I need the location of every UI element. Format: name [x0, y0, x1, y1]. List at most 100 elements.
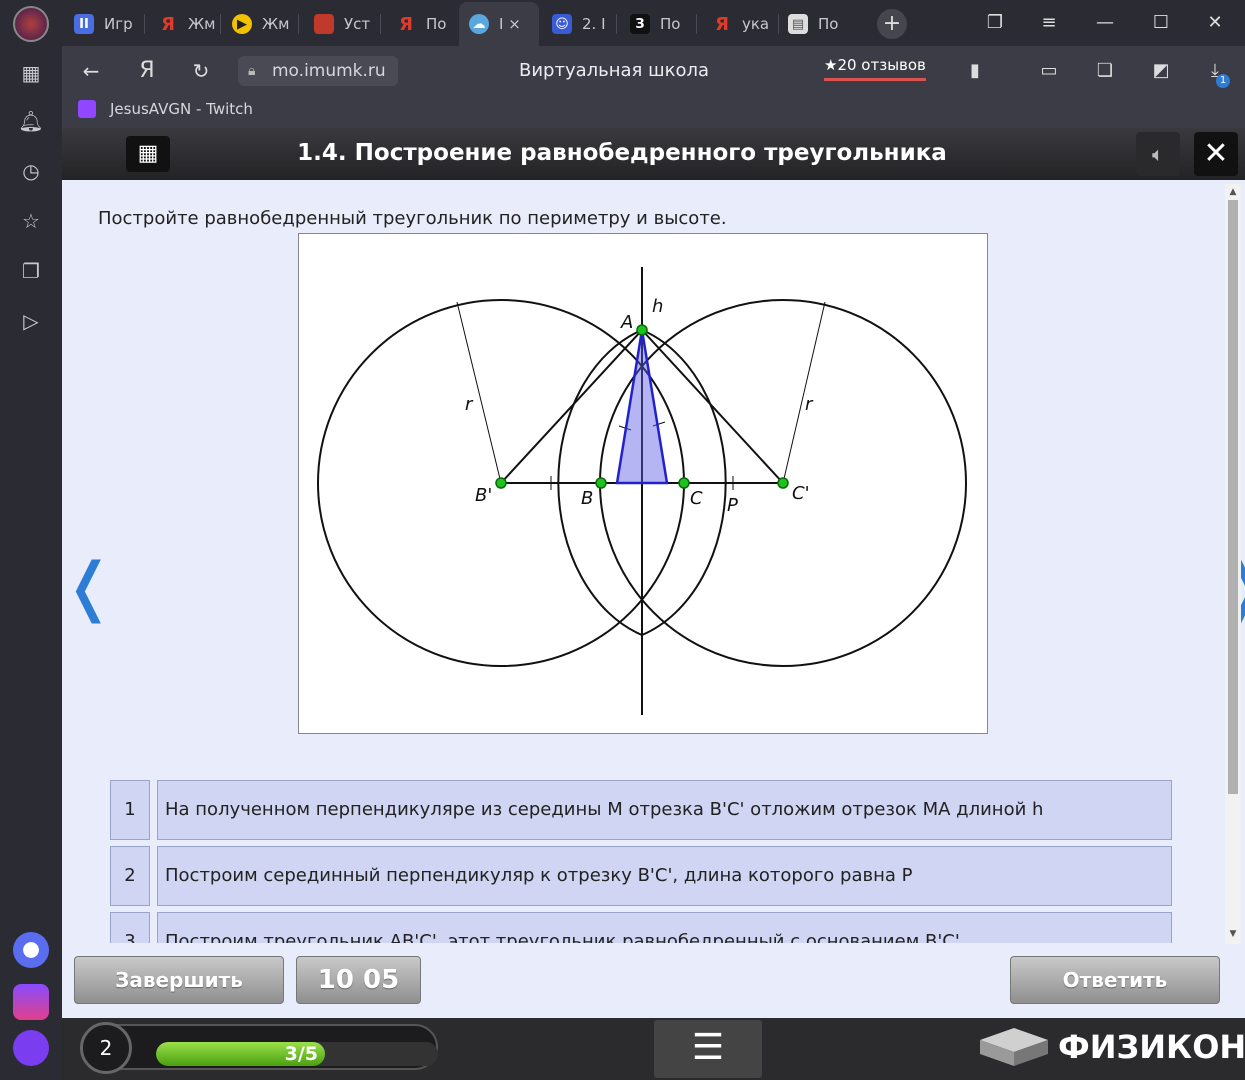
address-bar: ← Я ↻ 🔒︎ mo.imumk.ru Виртуальная школа ★2…: [62, 46, 1245, 96]
bookmark-item[interactable]: JesusAVGN - Twitch: [78, 100, 253, 118]
tab-6[interactable]: ☺ 2. I: [552, 6, 608, 42]
tab-label: По: [818, 15, 839, 33]
construction-figure: A h r r B' B C P C': [298, 233, 988, 734]
profile-avatar[interactable]: [13, 6, 49, 42]
label-b-prime: B': [475, 485, 492, 506]
close-lesson-button[interactable]: ✕: [1194, 132, 1238, 176]
step-number: 2: [110, 846, 150, 906]
cloud-icon: ☁: [469, 14, 489, 34]
url-field[interactable]: 🔒︎ mo.imumk.ru: [238, 56, 398, 86]
brand-name: ФИЗИКОН: [1058, 1028, 1245, 1066]
back-arrow-icon[interactable]: ←: [78, 58, 104, 84]
tab-label: Игр: [104, 15, 132, 33]
messenger-app-icon[interactable]: [13, 984, 49, 1020]
lesson-footer: 3/5 2 ☰ ФИЗИКОН: [62, 1018, 1245, 1080]
tab-label: По: [660, 15, 681, 33]
new-tab-button[interactable]: +: [877, 9, 907, 39]
scroll-up-icon[interactable]: ▲: [1227, 186, 1239, 198]
prev-arrow[interactable]: ❬: [62, 555, 116, 619]
level-badge: 2: [80, 1022, 132, 1074]
tab-2[interactable]: ▶ Жм: [232, 6, 292, 42]
brand-logo: ФИЗИКОН: [978, 1026, 1245, 1068]
tab-bar: II Игр Я Жм ▶ Жм Уст Я По ☁ I × ☺ 2. I З По Яук…: [62, 0, 1245, 46]
history-clock-icon[interactable]: ◷: [16, 156, 46, 186]
yandex-icon: Я: [399, 13, 413, 35]
tab-3[interactable]: Уст: [314, 6, 374, 42]
tab-9[interactable]: ▤ По: [788, 6, 844, 42]
step-text[interactable]: Построим треугольник AB'C', этот треугол…: [157, 912, 1172, 943]
tabs-overview-icon[interactable]: ❐: [982, 10, 1008, 36]
step-row[interactable]: 1 На полученном перпендикуляре из середи…: [110, 780, 1174, 840]
step-number: 1: [110, 780, 150, 840]
step-row[interactable]: 3 Построим треугольник AB'C', этот треуг…: [110, 912, 1174, 943]
tab-1[interactable]: Я Жм: [158, 6, 216, 42]
collections-icon[interactable]: ❐: [16, 256, 46, 286]
bell-icon[interactable]: 🔔︎: [16, 106, 46, 136]
close-window-icon[interactable]: ✕: [1202, 10, 1228, 36]
star-icon[interactable]: ☆: [16, 206, 46, 236]
reload-icon[interactable]: ↻: [188, 58, 214, 84]
yandex-icon: Я: [161, 13, 175, 35]
extension-icon[interactable]: ◩: [1148, 58, 1174, 84]
point-b: [595, 477, 607, 489]
answer-button[interactable]: Ответить: [1010, 956, 1220, 1004]
url-text: mo.imumk.ru: [272, 61, 386, 81]
tab-4[interactable]: Я По: [396, 6, 452, 42]
maximize-icon[interactable]: ☐: [1148, 10, 1174, 36]
question-text: Постройте равнобедренный треугольник по …: [98, 208, 727, 229]
reviews-badge[interactable]: ★20 отзывов: [824, 56, 926, 81]
yandex-home-icon[interactable]: Я: [134, 58, 160, 84]
tab-8[interactable]: Яука: [712, 6, 772, 42]
step-text[interactable]: Построим серединный перпендикуляр к отре…: [157, 846, 1172, 906]
tab-label: Жм: [262, 15, 290, 33]
point-b-prime: [495, 477, 507, 489]
point-c: [678, 477, 690, 489]
lesson-content: Постройте равнобедренный треугольник по …: [62, 180, 1245, 1018]
play-icon: ▶: [232, 14, 252, 34]
hamburger-menu-icon[interactable]: ≡: [1036, 10, 1062, 36]
lock-icon: 🔒︎: [248, 63, 256, 79]
isosceles-triangle: [615, 329, 669, 485]
progress-container: 3/5: [82, 1024, 438, 1070]
tab-label: Уст: [344, 15, 371, 33]
label-p: P: [727, 495, 738, 516]
label-a: A: [620, 312, 633, 333]
page-title: Виртуальная школа: [519, 60, 709, 81]
apps-grid-icon[interactable]: ▦: [16, 58, 46, 88]
step-row[interactable]: 2 Построим серединный перпендикуляр к от…: [110, 846, 1174, 906]
tab-label: Жм: [188, 15, 216, 33]
battery-icon[interactable]: ▭: [1036, 58, 1062, 84]
label-r-right: r: [805, 394, 814, 415]
mute-button[interactable]: 🔈︎: [1136, 132, 1180, 176]
twitch-icon: [78, 100, 96, 118]
footer-menu-button[interactable]: ☰: [654, 1020, 762, 1078]
page-icon: [314, 14, 334, 34]
lesson-menu-button[interactable]: ▦: [126, 136, 170, 172]
step-number: 3: [110, 912, 150, 943]
bookmarks-bar: JesusAVGN - Twitch: [62, 96, 1245, 128]
tab-0[interactable]: II Игр: [74, 6, 132, 42]
tab-label: I ×: [499, 15, 521, 33]
step-text[interactable]: На полученном перпендикуляре из середины…: [157, 780, 1172, 840]
download-count-badge: 1: [1216, 74, 1230, 88]
reader-icon[interactable]: ❏: [1092, 58, 1118, 84]
cat-icon: ☺: [552, 14, 572, 34]
scroll-down-icon[interactable]: ▼: [1227, 928, 1239, 940]
tab-5-active[interactable]: ☁ I ×: [459, 2, 539, 46]
finish-button[interactable]: Завершить: [74, 956, 284, 1004]
bookmark-icon[interactable]: ▮: [962, 58, 988, 84]
tab-7[interactable]: З По: [630, 6, 686, 42]
z-icon: З: [630, 14, 650, 34]
scroll-thumb[interactable]: [1228, 200, 1238, 794]
bookmark-label: JesusAVGN - Twitch: [110, 100, 253, 118]
radius-left: [456, 301, 502, 484]
minimize-icon[interactable]: —: [1092, 10, 1118, 36]
play-circle-icon[interactable]: ▷: [16, 306, 46, 336]
radius-right: [782, 301, 826, 484]
assistant-icon[interactable]: [13, 932, 49, 968]
content-scrollbar[interactable]: ▲ ▼: [1225, 184, 1241, 944]
alice-app-icon[interactable]: [13, 1030, 49, 1066]
steps-list: 1 На полученном перпендикуляре из середи…: [110, 780, 1174, 943]
timer-display: 10 05: [296, 956, 421, 1004]
tab-label: По: [426, 15, 447, 33]
